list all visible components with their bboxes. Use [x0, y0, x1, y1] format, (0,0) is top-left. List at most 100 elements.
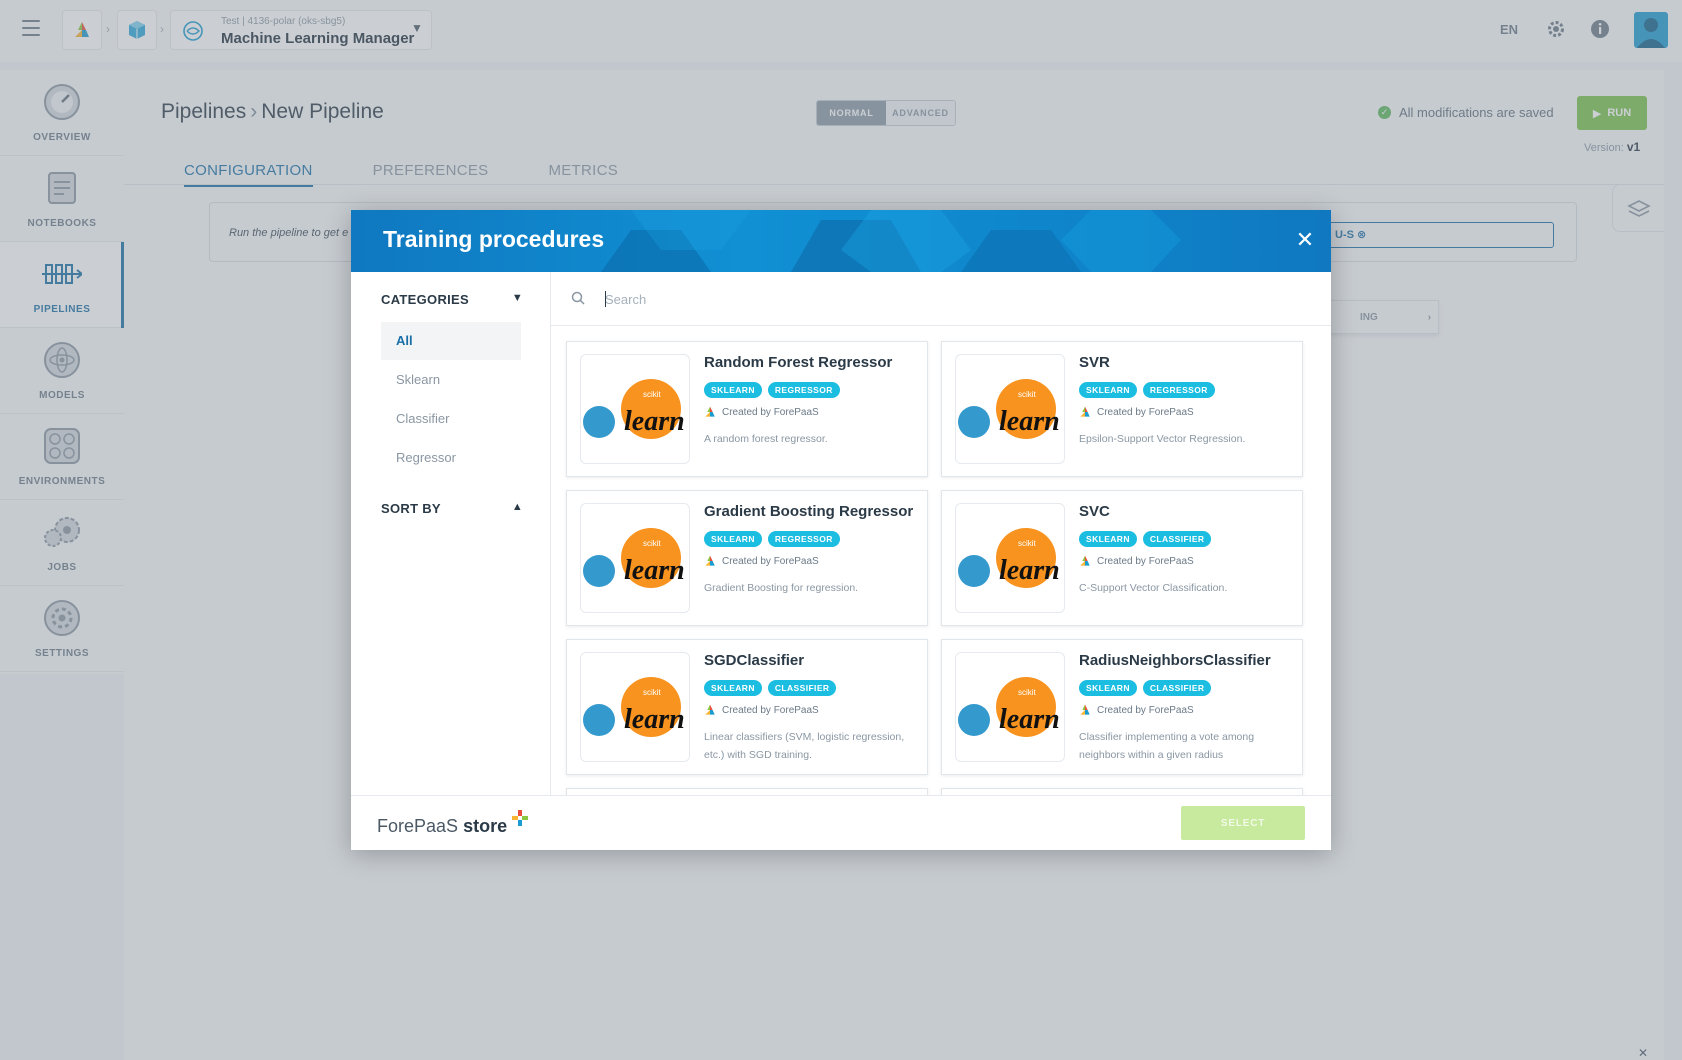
select-button[interactable]: SELECT: [1181, 806, 1305, 840]
sklearn-logo-icon: scikit learn: [583, 379, 685, 439]
sklearn-logo-icon: scikit learn: [958, 379, 1060, 439]
search-icon: [571, 291, 585, 305]
procedure-logo: scikit learn: [955, 354, 1065, 464]
svg-text:learn: learn: [999, 555, 1060, 586]
creator-text: Created by ForePaaS: [722, 704, 819, 716]
svg-text:learn: learn: [624, 406, 685, 437]
creator-text: Created by ForePaaS: [1097, 704, 1194, 716]
sklearn-logo-icon: scikit learn: [958, 528, 1060, 588]
tag-badge: SKLEARN: [704, 531, 762, 547]
filter-column: CATEGORIES ▼ All Sklearn Classifier Regr…: [351, 272, 551, 805]
procedure-card[interactable]: scikit learn Random Forest Regressor SKL…: [566, 341, 928, 477]
procedure-badges: SKLEARN REGRESSOR: [704, 531, 840, 547]
procedure-logo: scikit learn: [955, 652, 1065, 762]
categories-toggle[interactable]: CATEGORIES ▼: [381, 292, 523, 307]
tag-badge: SKLEARN: [1079, 382, 1137, 398]
close-icon[interactable]: ✕: [1638, 1046, 1648, 1060]
tag-badge: SKLEARN: [1079, 680, 1137, 696]
procedure-card[interactable]: scikit learn RadiusNeighborsClassifier S…: [941, 639, 1303, 775]
procedure-grid: scikit learn Random Forest Regressor SKL…: [551, 326, 1331, 805]
forepaas-store-logo: ForePaaS store: [377, 810, 529, 837]
store-word: store: [463, 816, 508, 836]
forepaas-logo-icon: [705, 704, 715, 715]
svg-text:learn: learn: [624, 704, 685, 735]
sklearn-logo-icon: scikit learn: [583, 528, 685, 588]
procedure-description: Gradient Boosting for regression.: [704, 582, 859, 594]
forepaas-logo-icon: [1080, 704, 1090, 715]
tag-badge: REGRESSOR: [767, 531, 840, 547]
tag-badge: REGRESSOR: [767, 382, 840, 398]
procedure-title: Random Forest Regressor: [704, 354, 893, 371]
procedure-creator: Created by ForePaaS: [704, 555, 819, 567]
chevron-down-icon: ▼: [511, 292, 523, 304]
tag-badge: CLASSIFIER: [767, 680, 837, 696]
tag-badge: SKLEARN: [704, 382, 762, 398]
store-cross-icon: [512, 810, 529, 826]
chevron-up-icon: ▲: [511, 501, 523, 513]
procedure-card[interactable]: scikit learn SGDClassifier SKLEARN CLASSI…: [566, 639, 928, 775]
procedure-description: C-Support Vector Classification.: [1079, 582, 1228, 594]
categories-label: CATEGORIES: [381, 292, 469, 307]
creator-text: Created by ForePaaS: [722, 555, 819, 567]
store-brand: ForePaaS: [377, 816, 459, 836]
sort-by-toggle[interactable]: SORT BY ▲: [381, 501, 523, 516]
procedure-creator: Created by ForePaaS: [704, 406, 819, 418]
procedure-description: A random forest regressor.: [704, 433, 828, 445]
procedure-title: SVC: [1079, 503, 1110, 520]
svg-text:scikit: scikit: [643, 539, 662, 548]
procedure-description: Epsilon-Support Vector Regression.: [1079, 433, 1246, 445]
modal-body: CATEGORIES ▼ All Sklearn Classifier Regr…: [351, 272, 1331, 805]
creator-text: Created by ForePaaS: [722, 406, 819, 418]
svg-text:scikit: scikit: [1018, 688, 1037, 697]
procedure-card[interactable]: scikit learn SVC SKLEARN CLASSIFIER Creat…: [941, 490, 1303, 626]
search-bar: [551, 272, 1331, 326]
sklearn-logo-icon: scikit learn: [958, 677, 1060, 737]
svg-text:scikit: scikit: [643, 390, 662, 399]
training-procedures-modal: Training procedures ✕ CATEGORIES ▼ All S…: [351, 210, 1331, 850]
procedure-logo: scikit learn: [580, 354, 690, 464]
forepaas-logo-icon: [705, 406, 715, 417]
procedure-title: SGDClassifier: [704, 652, 805, 669]
procedure-title: Gradient Boosting Regressor: [704, 503, 914, 520]
close-icon[interactable]: ✕: [1291, 226, 1319, 254]
category-classifier[interactable]: Classifier: [381, 400, 521, 438]
procedure-title: RadiusNeighborsClassifier: [1079, 652, 1271, 669]
procedure-creator: Created by ForePaaS: [704, 704, 819, 716]
tag-badge: SKLEARN: [1079, 531, 1137, 547]
tag-badge: REGRESSOR: [1142, 382, 1215, 398]
procedure-badges: SKLEARN CLASSIFIER: [704, 680, 837, 696]
svg-text:scikit: scikit: [1018, 539, 1037, 548]
category-all[interactable]: All: [381, 322, 521, 360]
svg-text:learn: learn: [999, 406, 1060, 437]
creator-text: Created by ForePaaS: [1097, 555, 1194, 567]
modal-header: Training procedures ✕: [351, 210, 1331, 272]
sklearn-logo-icon: scikit learn: [583, 677, 685, 737]
forepaas-logo-icon: [1080, 555, 1090, 566]
forepaas-logo-icon: [705, 555, 715, 566]
svg-text:learn: learn: [624, 555, 685, 586]
procedure-logo: scikit learn: [580, 652, 690, 762]
category-regressor[interactable]: Regressor: [381, 439, 521, 477]
procedure-title: SVR: [1079, 354, 1110, 371]
modal-footer: ForePaaS store SELECT: [351, 795, 1331, 850]
procedure-description: Classifier implementing a vote among nei…: [1079, 731, 1255, 761]
procedure-badges: SKLEARN REGRESSOR: [1079, 382, 1215, 398]
procedure-badges: SKLEARN CLASSIFIER: [1079, 680, 1212, 696]
tag-badge: SKLEARN: [704, 680, 762, 696]
forepaas-logo-icon: [1080, 406, 1090, 417]
svg-text:scikit: scikit: [643, 688, 662, 697]
procedure-creator: Created by ForePaaS: [1079, 555, 1194, 567]
procedure-card[interactable]: scikit learn SVR SKLEARN REGRESSOR Create…: [941, 341, 1303, 477]
procedure-badges: SKLEARN CLASSIFIER: [1079, 531, 1212, 547]
creator-text: Created by ForePaaS: [1097, 406, 1194, 418]
procedure-badges: SKLEARN REGRESSOR: [704, 382, 840, 398]
modal-title: Training procedures: [383, 226, 605, 252]
procedure-logo: scikit learn: [955, 503, 1065, 613]
category-sklearn[interactable]: Sklearn: [381, 361, 521, 399]
procedure-card[interactable]: scikit learn Gradient Boosting Regressor…: [566, 490, 928, 626]
procedure-logo: scikit learn: [580, 503, 690, 613]
procedure-creator: Created by ForePaaS: [1079, 704, 1194, 716]
search-input[interactable]: [605, 286, 1205, 312]
tag-badge: CLASSIFIER: [1142, 531, 1212, 547]
svg-text:scikit: scikit: [1018, 390, 1037, 399]
